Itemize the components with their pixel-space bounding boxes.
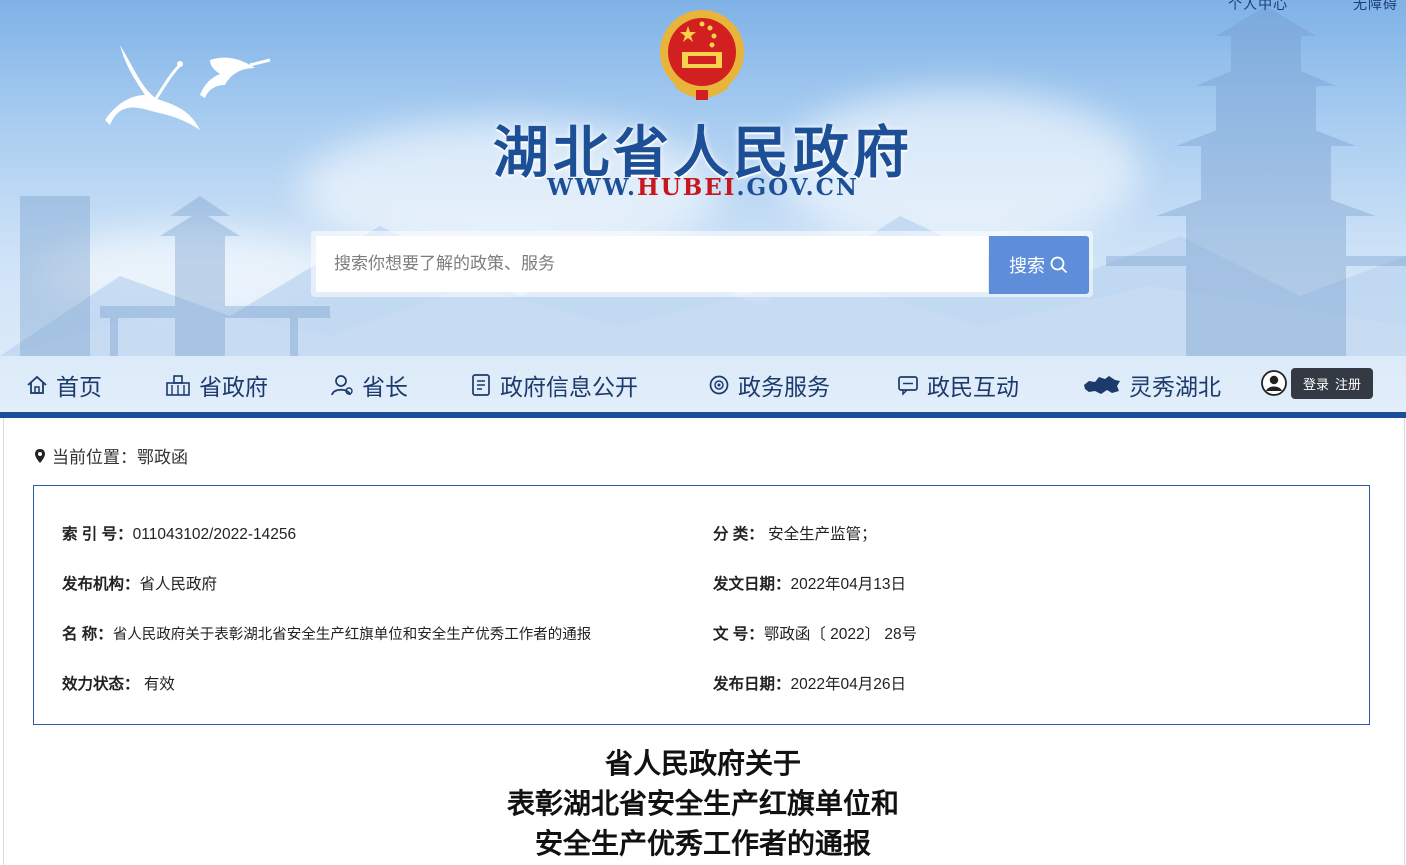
info-value: 鄂政函〔 2022〕 28号 — [763, 626, 918, 643]
search-button-label: 搜索 — [1009, 256, 1045, 276]
nav-item-hubei[interactable]: 灵秀湖北 — [1083, 368, 1221, 402]
info-key: 发布机构： — [62, 576, 140, 593]
info-key: 发布日期： — [713, 676, 791, 693]
nav-item-province-government[interactable]: 省政府 — [165, 368, 268, 402]
chat-icon — [898, 376, 918, 396]
person-icon — [331, 375, 353, 396]
login-link[interactable]: 登录 — [1303, 374, 1329, 393]
nav-item-label: 灵秀湖北 — [1129, 374, 1221, 400]
info-name: 名 称：省人民政府关于表彰湖北省安全生产红旗单位和安全生产优秀工作者的通报 — [62, 622, 591, 644]
info-key: 发文日期： — [713, 576, 791, 593]
search-bar: 搜索 — [311, 231, 1093, 297]
info-index-number: 索 引 号：011043102/2022-14256 — [62, 522, 296, 544]
map-icon — [1084, 376, 1120, 394]
breadcrumb-current[interactable]: 鄂政函 — [137, 448, 188, 467]
breadcrumb-prefix: 当前位置： — [52, 448, 137, 467]
info-value: 省人民政府关于表彰湖北省安全生产红旗单位和安全生产优秀工作者的通报 — [112, 627, 592, 643]
accessibility-link[interactable]: 无障碍 — [1353, 0, 1398, 12]
site-url-highlight: HUBEI — [636, 174, 737, 201]
personal-center-link[interactable]: 个人中心 — [1228, 0, 1288, 12]
register-link[interactable]: 注册 — [1335, 374, 1361, 393]
location-pin-icon — [35, 448, 45, 463]
service-icon — [709, 375, 729, 395]
info-category: 分 类： 安全生产监管； — [713, 522, 877, 544]
info-value: 安全生产监管； — [768, 526, 877, 543]
building-icon — [166, 375, 190, 396]
info-validity-status: 效力状态： 有效 — [62, 672, 175, 694]
document-title-line: 省人民政府关于 — [604, 747, 801, 780]
search-input[interactable] — [316, 236, 988, 292]
info-value: 2022年04月26日 — [790, 676, 906, 693]
info-key: 索 引 号： — [62, 526, 133, 543]
info-key: 效力状态： — [62, 676, 140, 693]
nav-item-info-disclosure[interactable]: 政府信息公开 — [470, 368, 638, 402]
site-url-prefix: WWW. — [547, 174, 637, 201]
nav-item-label: 省长 — [362, 374, 408, 400]
main-nav: 首页 省政府 省长 政府信息公开 政务服务 政民互动 灵秀湖北 — [0, 360, 1406, 410]
nav-item-label: 政务服务 — [738, 374, 830, 400]
search-icon — [1050, 256, 1068, 274]
info-publisher: 发布机构：省人民政府 — [62, 572, 217, 594]
breadcrumb: 当前位置：鄂政函 — [34, 443, 188, 468]
document-info-box: 索 引 号：011043102/2022-14256 分 类： 安全生产监管； … — [33, 485, 1370, 725]
document-title-line: 表彰湖北省安全生产红旗单位和 — [506, 787, 899, 820]
site-header: 个人中心 无障碍 湖北省人民政府 WWW.HUBEI.GOV.CN 搜索 — [0, 0, 1406, 416]
nav-item-home[interactable]: 首页 — [26, 368, 102, 402]
nav-item-label: 政府信息公开 — [500, 374, 638, 400]
info-issue-date: 发文日期：2022年04月13日 — [713, 572, 906, 594]
info-value: 省人民政府 — [139, 576, 218, 593]
login-register-button[interactable]: 登录 注册 — [1291, 368, 1373, 399]
info-value: 有效 — [143, 676, 175, 693]
search-button[interactable]: 搜索 — [989, 236, 1089, 294]
info-publish-date: 发布日期：2022年04月26日 — [713, 672, 906, 694]
top-links: 个人中心 无障碍 — [1168, 0, 1398, 14]
info-key: 文 号： — [713, 626, 764, 643]
info-key: 分 类： — [713, 526, 764, 543]
info-value: 011043102/2022-14256 — [132, 526, 297, 543]
info-value: 2022年04月13日 — [790, 576, 906, 593]
nav-item-government-services[interactable]: 政务服务 — [708, 368, 830, 402]
document-title-line: 安全生产优秀工作者的通报 — [534, 827, 871, 860]
home-icon — [27, 375, 47, 394]
site-url-suffix: .GOV.CN — [736, 174, 859, 201]
nav-item-label: 首页 — [56, 374, 102, 400]
nav-item-governor[interactable]: 省长 — [330, 368, 408, 402]
document-icon — [472, 374, 490, 396]
user-avatar-icon[interactable] — [1261, 370, 1287, 396]
nav-item-public-interaction[interactable]: 政民互动 — [897, 368, 1019, 402]
site-url[interactable]: WWW.HUBEI.GOV.CN — [0, 174, 1406, 201]
info-document-number: 文 号：鄂政函〔 2022〕 28号 — [713, 622, 917, 644]
nav-item-label: 省政府 — [199, 374, 268, 400]
national-emblem-icon — [660, 10, 744, 100]
info-key: 名 称： — [62, 626, 113, 643]
nav-item-label: 政民互动 — [927, 374, 1019, 400]
